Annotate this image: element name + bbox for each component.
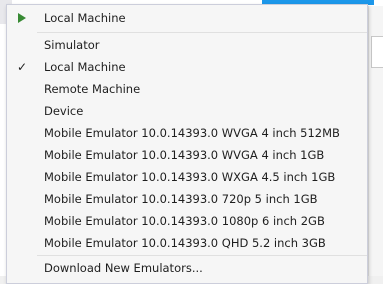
menu-item-target[interactable]: Mobile Emulator 10.0.14393.0 QHD 5.2 inc… — [7, 232, 367, 254]
menu-item-target[interactable]: Mobile Emulator 10.0.14393.0 WVGA 4 inch… — [7, 144, 367, 166]
menu-item-label: Mobile Emulator 10.0.14393.0 QHD 5.2 inc… — [44, 236, 326, 250]
menu-item-target[interactable]: Mobile Emulator 10.0.14393.0 720p 5 inch… — [7, 188, 367, 210]
menu-item-target[interactable]: Simulator — [7, 34, 367, 56]
menu-item-label: Mobile Emulator 10.0.14393.0 WVGA 4 inch… — [44, 148, 325, 162]
check-icon: ✓ — [17, 60, 28, 74]
menu-item-label: Simulator — [44, 38, 100, 52]
menu-item-label: Local Machine — [44, 11, 126, 25]
menu-item-label: Local Machine — [44, 60, 126, 74]
menu-item-label: Remote Machine — [44, 82, 141, 96]
menu-item-target[interactable]: Mobile Emulator 10.0.14393.0 WXGA 4.5 in… — [7, 166, 367, 188]
menu-item-target[interactable]: Device — [7, 100, 367, 122]
menu-separator — [37, 32, 367, 33]
menu-item-target[interactable]: ✓ Local Machine — [7, 56, 367, 78]
menu-item-local-machine-run[interactable]: Local Machine — [7, 7, 367, 29]
menu-item-target[interactable]: Remote Machine — [7, 78, 367, 100]
menu-item-label: Mobile Emulator 10.0.14393.0 WVGA 4 inch… — [44, 126, 340, 140]
menu-item-label: Mobile Emulator 10.0.14393.0 WXGA 4.5 in… — [44, 170, 336, 184]
menu-item-label: Mobile Emulator 10.0.14393.0 720p 5 inch… — [44, 192, 318, 206]
menu-item-label: Device — [44, 104, 84, 118]
scrollbar-thumb[interactable] — [371, 36, 383, 68]
play-icon — [18, 13, 26, 23]
download-emulators-item[interactable]: Download New Emulators... — [7, 257, 367, 279]
debug-target-dropdown: Local Machine Simulator ✓ Local Machine Rem… — [6, 4, 368, 284]
menu-item-label: Download New Emulators... — [44, 261, 203, 275]
menu-item-label: Mobile Emulator 10.0.14393.0 1080p 6 inc… — [44, 214, 325, 228]
menu-item-target[interactable]: Mobile Emulator 10.0.14393.0 WVGA 4 inch… — [7, 122, 367, 144]
menu-item-target[interactable]: Mobile Emulator 10.0.14393.0 1080p 6 inc… — [7, 210, 367, 232]
menu-separator — [37, 255, 367, 256]
